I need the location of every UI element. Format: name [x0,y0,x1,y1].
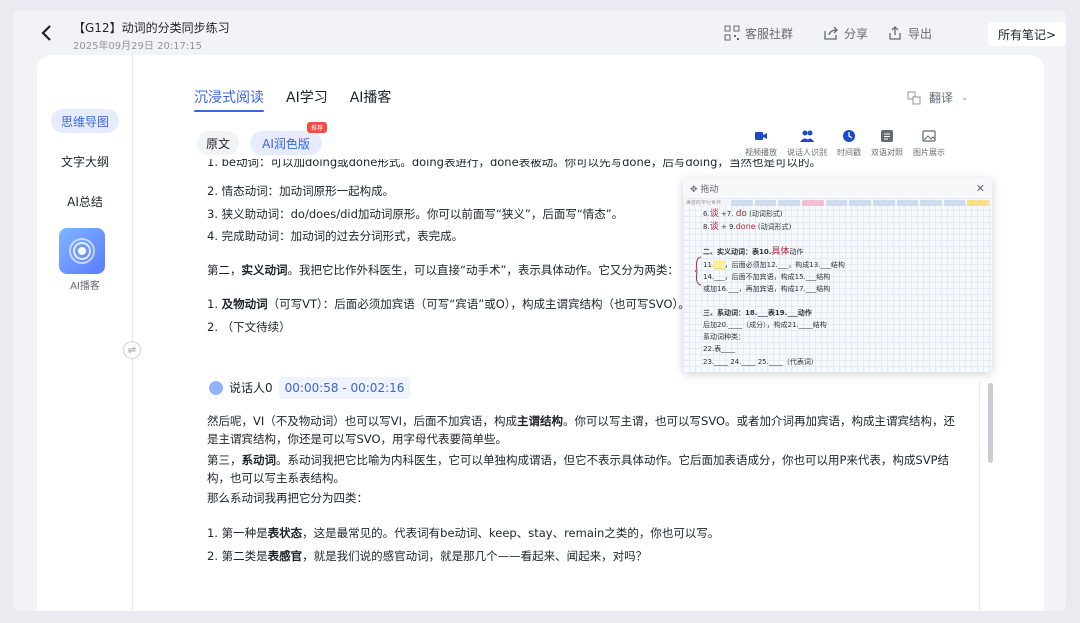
notes-line: 后加20.____（成分），构成21.____结构 [703,321,827,329]
notes-line: 6.谈 +7. do (动词形式) [703,209,783,219]
document-date: 2025年09月29日 20:17:15 [73,41,202,52]
back-button[interactable] [39,23,57,43]
share-button[interactable]: 分享 [823,24,868,42]
document-title: 【G12】动词的分类同步练习 [73,21,230,35]
transcript-paragraph: 然后呢，VI（不及物动词）也可以写VI，后面不加宾语，构成主谓结构。你可以写主谓… [207,414,956,446]
ai-podcast-label: AI播客 [70,281,100,292]
notes-tab [754,200,777,206]
ai-podcast-card[interactable] [59,228,105,274]
notes-tab [967,200,989,206]
popup-header[interactable]: ✥ 拖动 ✕ [683,178,992,198]
notes-line: 系动词种类： [703,333,745,341]
transcript-paragraph: 2. 第二类是表感官，就是我们说的感官动词，就是那几个——看起来、闻起来，对吗？ [207,549,648,563]
notes-line: 或加16.___，再加宾语，构成17.___结构 [703,285,831,293]
speaker-name: 说话人0 [229,381,273,395]
scrollbar-thumb[interactable] [988,383,993,463]
notes-image: 美音的平行世界 6.谈 +7. do (动词形式) 8.谈 + 9.done (… [683,198,992,372]
transcript-paragraph: 第三，系动词。系动词我把它比喻为内科医生，它可以单独构成谓语，但它不表示具体动作… [207,453,950,485]
highlight-mark [713,260,725,270]
all-notes-button[interactable]: 所有笔记> [988,22,1066,46]
notes-tabs: 美音的平行世界 [683,200,992,207]
notes-tab [920,200,942,206]
notes-line: 14.___，后面不加宾语，构成15.___结构 [703,273,831,281]
notes-tab: 美音的平行世界 [686,200,730,206]
service-group-button[interactable]: 客服社群 [724,24,793,42]
notes-tab [872,200,895,206]
export-button[interactable]: 导出 [887,24,932,42]
notes-line: 23.____ 24.____ 25.____（代表词） [703,358,818,366]
transcript-paragraph: 1. 第一种是表状态，这是最常见的。代表词有be动词、keep、stay、rem… [207,526,720,540]
notes-tab [731,200,753,206]
transcript-line: 2. （下文待续） [207,320,291,334]
transcript-line: 4. 完成助动词：加动词的过去分词形式，表完成。 [207,229,464,243]
notes-tab [778,200,801,206]
notes-tab [802,200,824,206]
export-icon [889,26,901,40]
share-label: 分享 [844,26,869,41]
swap-panel-button[interactable]: ⇌ [123,341,141,359]
notes-tab [943,200,966,206]
sidebar: 思维导图 文字大纲 AI总结 AI播客 [37,55,133,611]
transcript-paragraph: 1. 及物动词（可写VT）：后面必须加宾语（可写“宾语”或O），构成主谓宾结构（… [207,297,690,311]
timestamp-badge[interactable]: 00:00:58 - 00:02:16 [278,377,411,399]
sidebar-item-mindmap[interactable]: 思维导图 [51,109,119,133]
speaker-avatar-icon [209,381,223,395]
bracket-mark [695,256,702,286]
move-icon: ✥ [690,184,698,195]
top-bar: 【G12】动词的分类同步练习 2025年09月29日 20:17:15 客服社群… [13,11,1066,55]
qr-code-icon [724,25,740,41]
image-popup[interactable]: ✥ 拖动 ✕ 美音的平行世界 6.谈 +7. do (动词形式) 8.谈 + 9… [683,178,992,372]
transcript-line: 3. 狭义助动词：do/does/did加动词原形。你可以前面写“狭义”，后面写… [207,207,624,221]
popup-drag-handle[interactable]: ✥ 拖动 [690,182,718,195]
podcast-icon [69,238,95,264]
transcript-line: 2. 情态动词：加动词原形一起构成。 [207,184,395,198]
chevron-left-icon [41,25,51,41]
notes-line: 二、实义动词：表10.具体动作 [703,247,804,257]
swap-icon: ⇌ [127,344,137,356]
transcript-line: 那么系动词我再把它分为四类： [207,491,368,505]
transcript-paragraph: 第二，实义动词。我把它比作外科医生，可以直接“动手术”，表示具体动作。它又分为两… [207,263,679,277]
notes-line: 22.表____ [703,345,736,353]
transcript-line: 1. be动词：可以加doing或done形式。doing表进行，done表被动… [207,159,821,169]
sidebar-item-outline[interactable]: 文字大纲 [51,149,119,173]
service-group-label: 客服社群 [745,26,794,41]
close-icon[interactable]: ✕ [976,182,985,195]
notes-line: 三、系动词：18.___表19.___动作 [703,309,812,317]
notes-line: 8.谈 + 9.done (动词形式) [703,222,792,232]
speaker-row: 说话人0 00:00:58 - 00:02:16 [209,377,411,399]
scroll-track [979,381,980,611]
share-icon [824,26,838,40]
notes-tab [896,200,919,206]
notes-tab [825,200,848,206]
export-label: 导出 [908,26,933,41]
sidebar-item-ai-summary[interactable]: AI总结 [51,189,119,213]
notes-tab [849,200,871,206]
